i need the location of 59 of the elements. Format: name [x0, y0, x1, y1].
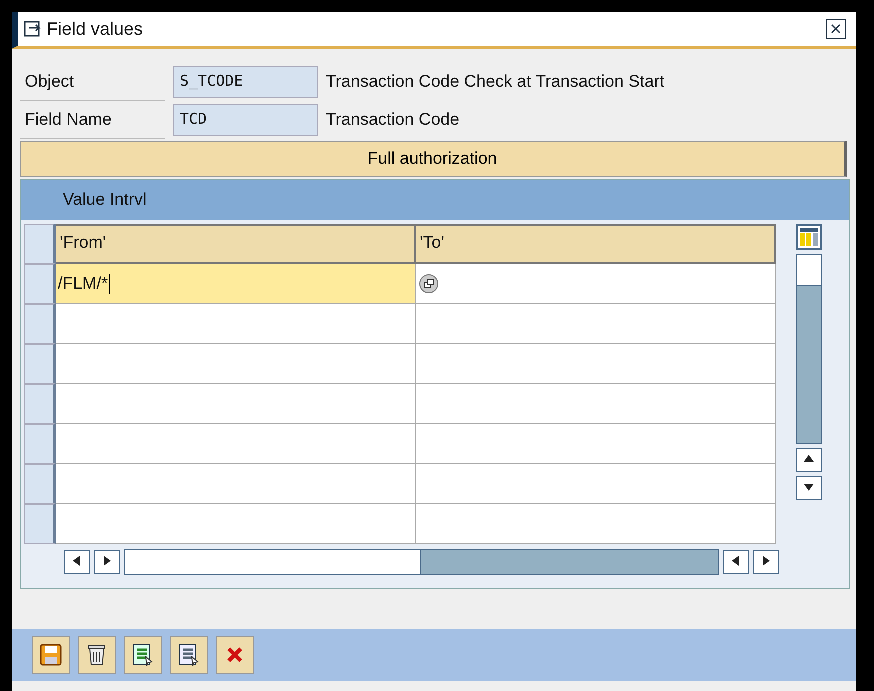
close-icon — [831, 24, 841, 34]
select-all-button[interactable] — [24, 224, 56, 264]
value-help-icon[interactable] — [419, 274, 439, 294]
field-description: Transaction Code Check at Transaction Start — [326, 72, 665, 92]
table-cell[interactable] — [416, 264, 776, 304]
list-icon — [177, 643, 201, 667]
save-button[interactable] — [32, 636, 70, 674]
field-label: Object — [20, 64, 165, 100]
table-cell[interactable] — [56, 424, 416, 464]
row-selector[interactable] — [24, 264, 56, 304]
table-cell[interactable] — [56, 304, 416, 344]
vertical-scrollbar[interactable] — [796, 254, 822, 444]
right-triangle-icon — [103, 556, 111, 566]
row-selector[interactable] — [24, 344, 56, 384]
scroll-down-button[interactable] — [796, 476, 822, 500]
scroll-left-button[interactable] — [723, 550, 749, 574]
table-cell[interactable] — [416, 384, 776, 424]
document-button[interactable] — [124, 636, 162, 674]
row-selector[interactable] — [24, 464, 56, 504]
table-cell[interactable] — [56, 384, 416, 424]
table-cell[interactable] — [416, 504, 776, 544]
table-cell[interactable]: /FLM/* — [56, 264, 416, 304]
scroll-left-button[interactable] — [64, 550, 90, 574]
close-button[interactable] — [826, 19, 846, 39]
left-triangle-icon — [73, 556, 81, 566]
left-triangle-icon — [732, 556, 740, 566]
column-header[interactable]: 'From' — [56, 224, 416, 264]
column-header[interactable]: 'To' — [416, 224, 776, 264]
field-value: S_TCODE — [173, 66, 318, 98]
horizontal-scrollbar[interactable] — [124, 549, 719, 575]
field-description: Transaction Code — [326, 110, 460, 130]
down-triangle-icon — [804, 483, 814, 491]
table-cell[interactable] — [416, 304, 776, 344]
up-triangle-icon — [804, 455, 814, 463]
table-cell[interactable] — [56, 464, 416, 504]
document-list-icon — [131, 643, 155, 667]
full-authorization-button[interactable]: Full authorization — [20, 141, 847, 177]
table-title: Value Intrvl — [63, 190, 147, 209]
table-cell[interactable] — [416, 464, 776, 504]
delete-button[interactable] — [78, 636, 116, 674]
scroll-right-button[interactable] — [94, 550, 120, 574]
document-button[interactable] — [170, 636, 208, 674]
row-selector[interactable] — [24, 384, 56, 424]
row-selector[interactable] — [24, 504, 56, 544]
table-cell[interactable] — [56, 504, 416, 544]
table-cell[interactable] — [416, 424, 776, 464]
window-title: Field values — [47, 18, 144, 40]
table-cell[interactable] — [56, 344, 416, 384]
dialog-icon — [24, 20, 44, 38]
row-selector[interactable] — [24, 424, 56, 464]
table-cell[interactable] — [416, 344, 776, 384]
scroll-up-button[interactable] — [796, 448, 822, 472]
cancel-button[interactable] — [216, 636, 254, 674]
field-label: Field Name — [20, 102, 165, 138]
scroll-right-button[interactable] — [753, 550, 779, 574]
right-triangle-icon — [762, 556, 770, 566]
field-value: TCD — [173, 104, 318, 136]
row-selector[interactable] — [24, 304, 56, 344]
column-layout-icon[interactable] — [796, 224, 822, 250]
